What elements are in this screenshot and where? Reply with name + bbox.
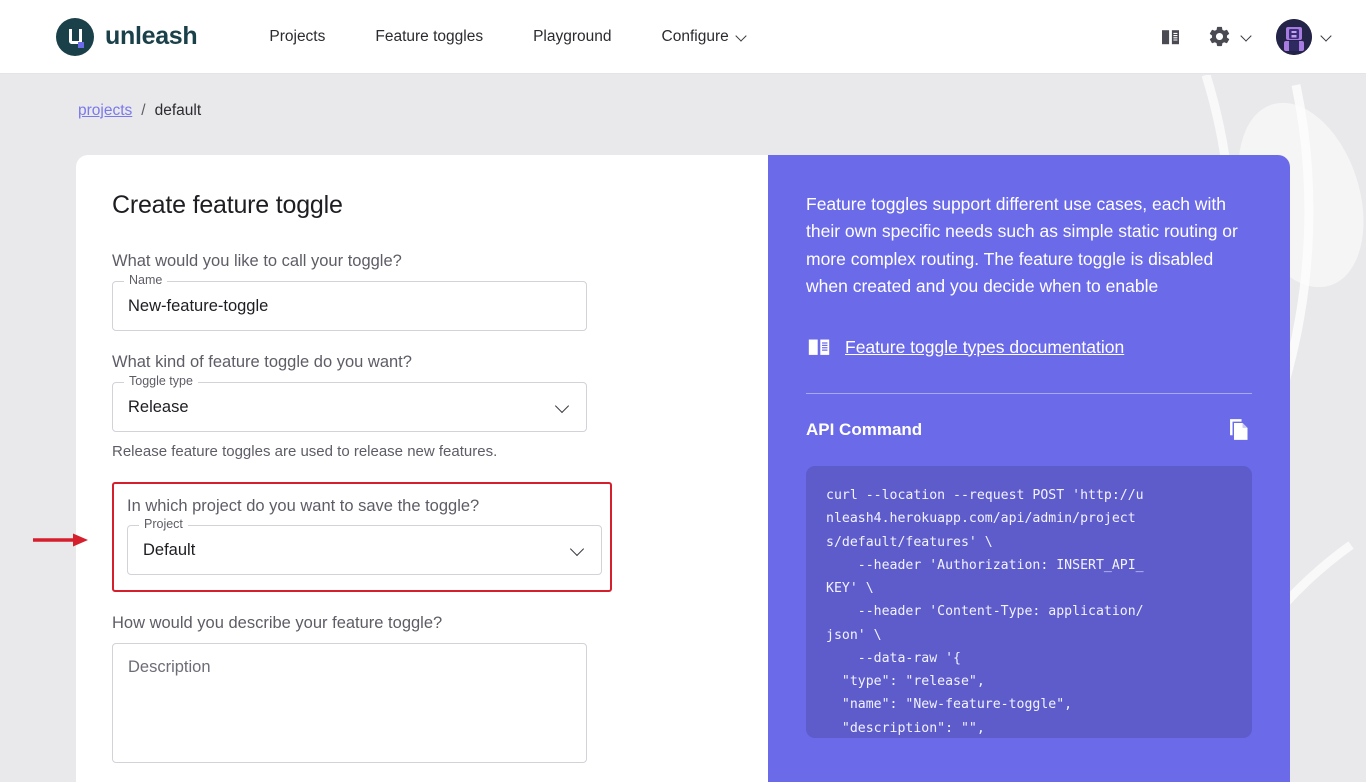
avatar <box>1276 19 1312 55</box>
documentation-link[interactable]: Feature toggle types documentation <box>845 337 1124 358</box>
documentation-link-row: Feature toggle types documentation <box>806 334 1252 360</box>
copy-command-button[interactable] <box>1225 416 1252 443</box>
info-panel: Feature toggles support different use ca… <box>768 155 1290 782</box>
breadcrumb: projects / default <box>0 74 1366 120</box>
documentation-button[interactable] <box>1153 19 1189 55</box>
unleash-logo-home-link[interactable]: unleash <box>56 18 197 56</box>
settings-button[interactable] <box>1201 18 1258 55</box>
nav-item-configure-label: Configure <box>662 28 729 46</box>
unleash-logo-icon <box>56 18 94 56</box>
breadcrumb-link-projects[interactable]: projects <box>78 102 132 120</box>
api-command-title: API Command <box>806 420 922 440</box>
nav-item-playground-label: Playground <box>533 28 611 46</box>
red-arrow-right-annotation <box>33 530 88 550</box>
name-question: What would you like to call your toggle? <box>112 252 768 271</box>
breadcrumb-current-default: default <box>155 102 202 120</box>
info-panel-body: Feature toggles support different use ca… <box>806 191 1252 300</box>
project-select[interactable]: Project Default <box>127 525 602 575</box>
nav-item-feature-toggles[interactable]: Feature toggles <box>361 20 497 54</box>
name-input[interactable]: Name New-feature-toggle <box>112 281 587 331</box>
toggle-type-question: What kind of feature toggle do you want? <box>112 353 768 372</box>
book-icon <box>1159 25 1183 49</box>
copy-icon <box>1225 416 1252 443</box>
feature-toggle-form: Create feature toggle What would you lik… <box>76 155 768 782</box>
project-question: In which project do you want to save the… <box>127 497 610 516</box>
description-input[interactable] <box>112 643 587 763</box>
brand-name: unleash <box>105 22 197 51</box>
chevron-down-icon <box>1241 31 1252 42</box>
api-command-header: API Command <box>806 416 1252 443</box>
project-field-value: Default <box>143 541 195 560</box>
chevron-down-icon <box>1321 31 1332 42</box>
name-field-label: Name <box>124 274 167 287</box>
top-navigation-bar: unleash Projects Feature toggles Playgro… <box>0 0 1366 74</box>
nav-item-projects-label: Projects <box>269 28 325 46</box>
book-icon <box>806 334 832 360</box>
nav-item-projects[interactable]: Projects <box>255 20 339 54</box>
description-question: How would you describe your feature togg… <box>112 614 768 633</box>
chevron-down-icon <box>572 544 585 557</box>
toggle-type-field-label: Toggle type <box>124 375 198 388</box>
create-feature-toggle-card: Create feature toggle What would you lik… <box>76 155 1290 782</box>
toggle-type-helper-text: Release feature toggles are used to rele… <box>112 443 768 460</box>
nav-item-playground[interactable]: Playground <box>519 20 625 54</box>
gear-icon <box>1207 24 1232 49</box>
chevron-down-icon <box>736 31 747 42</box>
page-title: Create feature toggle <box>112 191 768 220</box>
breadcrumb-separator: / <box>141 102 145 120</box>
project-field-label: Project <box>139 518 188 531</box>
nav-item-configure[interactable]: Configure <box>648 20 761 54</box>
toggle-type-field-value: Release <box>128 398 189 417</box>
project-section-highlight: In which project do you want to save the… <box>112 482 612 592</box>
toggle-type-select[interactable]: Toggle type Release <box>112 382 587 432</box>
user-menu-button[interactable] <box>1270 13 1338 61</box>
chevron-down-icon <box>557 401 570 414</box>
name-field-value: New-feature-toggle <box>128 297 268 316</box>
nav-item-feature-toggles-label: Feature toggles <box>375 28 483 46</box>
api-command-code: curl --location --request POST 'http://u… <box>806 466 1252 738</box>
divider <box>806 393 1252 394</box>
